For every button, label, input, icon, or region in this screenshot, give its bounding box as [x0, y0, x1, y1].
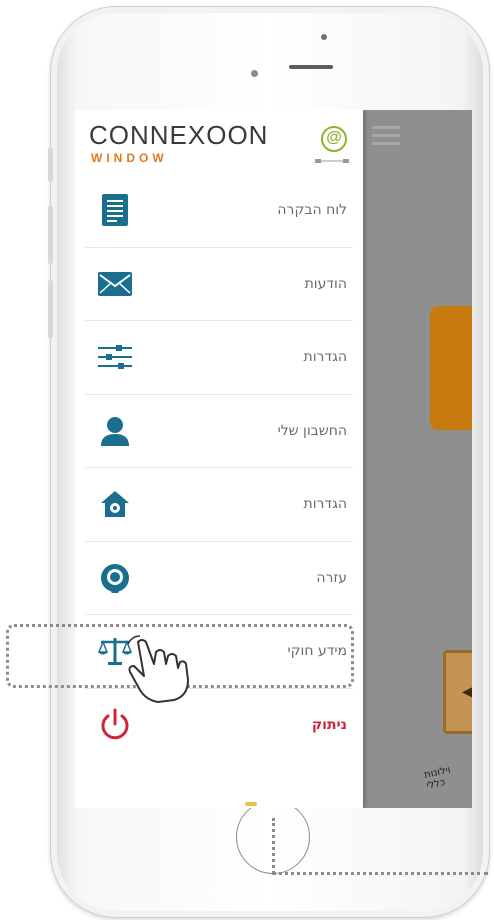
arrows-icon: ◀▶ — [462, 683, 472, 699]
sliders-icon — [95, 337, 135, 377]
menu-item-label: ניתוק — [311, 717, 347, 734]
connexoon-logo: CONNEXOON WINDOW @ — [89, 118, 349, 178]
logo-at-icon: @ — [321, 126, 347, 152]
menu-item-help[interactable]: עזרה — [85, 542, 353, 615]
logo-brand: CONNEXOON — [89, 120, 269, 150]
earpiece-speaker — [289, 65, 333, 69]
menu-item-label: הגדרות — [303, 496, 347, 513]
proximity-sensor — [321, 34, 327, 40]
document-icon — [95, 190, 135, 230]
hamburger-icon[interactable] — [372, 126, 400, 150]
volume-down-button — [48, 280, 53, 338]
navigation-drawer: CONNEXOON WINDOW @ לוח הבקרה הודעות הגדר… — [75, 110, 363, 808]
menu-item-label: עזרה — [316, 569, 347, 586]
menu-item-home-settings[interactable]: הגדרות — [85, 468, 353, 542]
menu-item-label: הודעות — [304, 275, 347, 292]
front-camera — [251, 70, 258, 77]
scroll-indicator — [245, 802, 257, 806]
background-blinds-tile: ◀▶ — [443, 650, 472, 734]
menu-item-messages[interactable]: הודעות — [85, 248, 353, 321]
home-button-callout-vertical — [272, 818, 275, 874]
menu-item-label: החשבון שלי — [277, 422, 347, 439]
menu-item-label: הגדרות — [303, 349, 347, 366]
menu-item-settings[interactable]: הגדרות — [85, 321, 353, 395]
headset-icon — [95, 558, 135, 598]
logo-product: WINDOW — [91, 151, 168, 165]
user-icon — [95, 411, 135, 451]
menu-item-my-account[interactable]: החשבון שלי — [85, 395, 353, 468]
power-icon — [95, 705, 135, 745]
volume-up-button — [48, 206, 53, 264]
menu-item-dashboard[interactable]: לוח הבקרה — [85, 174, 353, 248]
logo-wire-icon — [315, 159, 349, 163]
home-button-callout-horizontal — [272, 872, 488, 875]
background-orange-card — [430, 306, 472, 430]
house-gear-icon — [95, 484, 135, 524]
menu-item-label: לוח הבקרה — [277, 202, 347, 219]
envelope-icon — [95, 264, 135, 304]
tap-hand-icon — [127, 635, 189, 703]
mute-switch — [48, 148, 53, 182]
